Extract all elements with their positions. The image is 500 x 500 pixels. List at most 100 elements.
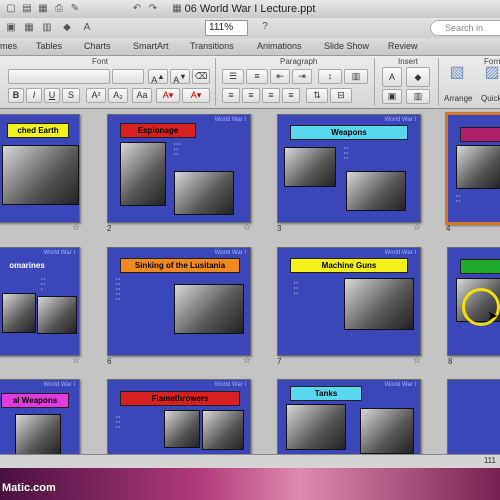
font-name-select[interactable] [8, 69, 110, 84]
status-zoom[interactable]: 111 [484, 456, 496, 465]
ribbon-home: Font Paragraph Insert Form A▲ A▼ ⌫ B I U… [0, 56, 500, 109]
watermark-banner: Matic.com [0, 468, 500, 500]
line-spacing-button[interactable]: ↕ [318, 69, 342, 84]
slide-thumbnail[interactable] [447, 379, 500, 454]
slide-photo [2, 145, 79, 205]
slide-photo [2, 293, 36, 333]
change-case-button[interactable]: Aa [132, 88, 152, 103]
tab-charts[interactable]: Charts [84, 41, 111, 51]
slide-photo [202, 410, 244, 450]
transition-star-icon: ☆ [243, 222, 252, 232]
columns-button[interactable]: ▥ [344, 69, 368, 84]
slide-title: Machine Guns [290, 258, 408, 273]
increase-indent-button[interactable]: ⇥ [292, 69, 312, 84]
slide-header: World War I [384, 250, 416, 256]
textbox-icon[interactable]: A [80, 21, 94, 34]
slide-header: World War I [214, 250, 246, 256]
align-right-button[interactable]: ≡ [262, 88, 280, 103]
tab-transitions[interactable]: Transitions [190, 41, 234, 51]
picture-icon[interactable]: ▣ [4, 21, 18, 34]
transition-star-icon: ☆ [72, 355, 81, 365]
slide-thumbnail[interactable]: World War I Flamethrowers • • • • • • [107, 379, 251, 454]
transition-star-icon: ☆ [413, 222, 422, 232]
slide-photo [15, 414, 61, 454]
shrink-font-button[interactable]: A▼ [170, 69, 190, 85]
insert-shape-button[interactable]: ◆ [406, 67, 430, 87]
bold-button[interactable]: B [8, 88, 24, 103]
bullets-button[interactable]: ☰ [222, 69, 244, 84]
group-separator [374, 58, 375, 106]
align-center-button[interactable]: ≡ [242, 88, 260, 103]
window-titlebar: ▢ ▤ ▦ ⎙ ✎ ↶ ↷ ▦ 06 World War I Lecture.p… [0, 0, 500, 19]
help-icon[interactable]: ? [258, 20, 272, 33]
decrease-indent-button[interactable]: ⇤ [270, 69, 290, 84]
mouse-pointer-icon: ➤ [487, 308, 498, 323]
slide-thumbnail[interactable]: World War I al Weapons [0, 379, 80, 454]
slide-photo [120, 142, 166, 206]
slide-bullets: • • • • • • [344, 145, 348, 160]
insert-media-button[interactable]: ▥ [406, 89, 430, 104]
insert-picture-button[interactable]: ▣ [382, 89, 402, 104]
align-text-button[interactable]: ⊟ [330, 88, 352, 103]
slide-photo [360, 408, 414, 454]
table-icon[interactable]: ▦ [22, 21, 36, 34]
slide-photo [174, 284, 244, 334]
slide-header: World War I [214, 117, 246, 123]
tab-review[interactable]: Review [388, 41, 418, 51]
tab-animations[interactable]: Animations [257, 41, 302, 51]
italic-button[interactable]: I [26, 88, 42, 103]
subscript-button[interactable]: A₂ [108, 88, 128, 103]
slide-thumbnail[interactable]: World War I Sinking of the Lusitania • •… [107, 247, 251, 356]
slide-thumbnail[interactable]: World War I Tanks [277, 379, 421, 454]
chart-icon[interactable]: ▥ [40, 21, 54, 34]
slide-bullets: • • • • • • [116, 414, 120, 429]
slide-photo [174, 171, 234, 215]
group-label-font: Font [92, 57, 109, 66]
slide-header: World War I [384, 382, 416, 388]
slide-number: 2 [107, 224, 112, 233]
status-bar: 111 [0, 454, 500, 469]
slide-number: 3 [277, 224, 282, 233]
slide-number: 8 [448, 357, 453, 366]
slide-thumbnail[interactable]: World War I omarines • • • • • [0, 247, 80, 356]
tab-slide-show[interactable]: Slide Show [324, 41, 369, 51]
text-direction-button[interactable]: ⇅ [306, 88, 328, 103]
quick-styles-icon[interactable]: ▨ [484, 65, 500, 86]
arrange-icon[interactable]: ▧ [449, 65, 465, 86]
slide-thumbnail[interactable]: World War I Machine Guns • • • • • • [277, 247, 421, 356]
insert-text-box-button[interactable]: A [382, 67, 402, 87]
transition-star-icon: ☆ [413, 355, 422, 365]
slide-thumbnail-selected[interactable]: • • • • [445, 112, 500, 225]
slide-sorter-view[interactable]: ched Earth ☆ World War I Espionage • • •… [0, 109, 500, 454]
highlight-button[interactable]: A▾ [156, 88, 180, 103]
search-input[interactable]: Search in [430, 20, 500, 36]
slide-title: Espionage [120, 123, 196, 138]
slide-header: World War I [43, 382, 75, 388]
slide-thumbnail[interactable]: ched Earth [0, 114, 80, 223]
zoom-field[interactable]: 111% [205, 20, 248, 36]
window-title: 06 World War I Lecture.ppt [184, 3, 316, 15]
tab-home[interactable]: mes [0, 41, 17, 51]
tab-smartart[interactable]: SmartArt [133, 41, 169, 51]
numbering-button[interactable]: ≡ [246, 69, 268, 84]
slide-thumbnail[interactable]: World War I Weapons • • • • • • [277, 114, 421, 223]
slide-header: World War I [43, 250, 75, 256]
slide-number: 6 [107, 357, 112, 366]
slide-photo [37, 296, 77, 334]
shape-icon[interactable]: ◆ [60, 21, 74, 34]
slide-number: 4 [446, 224, 451, 233]
arrange-button[interactable]: Arrange [444, 94, 472, 103]
underline-button[interactable]: U [44, 88, 60, 103]
align-left-button[interactable]: ≡ [222, 88, 240, 103]
tab-tables[interactable]: Tables [36, 41, 62, 51]
clear-format-button[interactable]: ⌫ [192, 69, 210, 84]
font-size-select[interactable] [112, 69, 144, 84]
slide-thumbnail[interactable]: World War I Espionage • • • • • • • [107, 114, 251, 223]
ribbon-tabs: mes Tables Charts SmartArt Transitions A… [0, 38, 500, 56]
font-color-button[interactable]: A▾ [182, 88, 210, 103]
superscript-button[interactable]: A² [86, 88, 106, 103]
grow-font-button[interactable]: A▲ [148, 69, 168, 85]
quick-styles-button[interactable]: Quick [481, 94, 500, 103]
justify-button[interactable]: ≡ [282, 88, 300, 103]
strikethrough-button[interactable]: S [62, 88, 80, 103]
